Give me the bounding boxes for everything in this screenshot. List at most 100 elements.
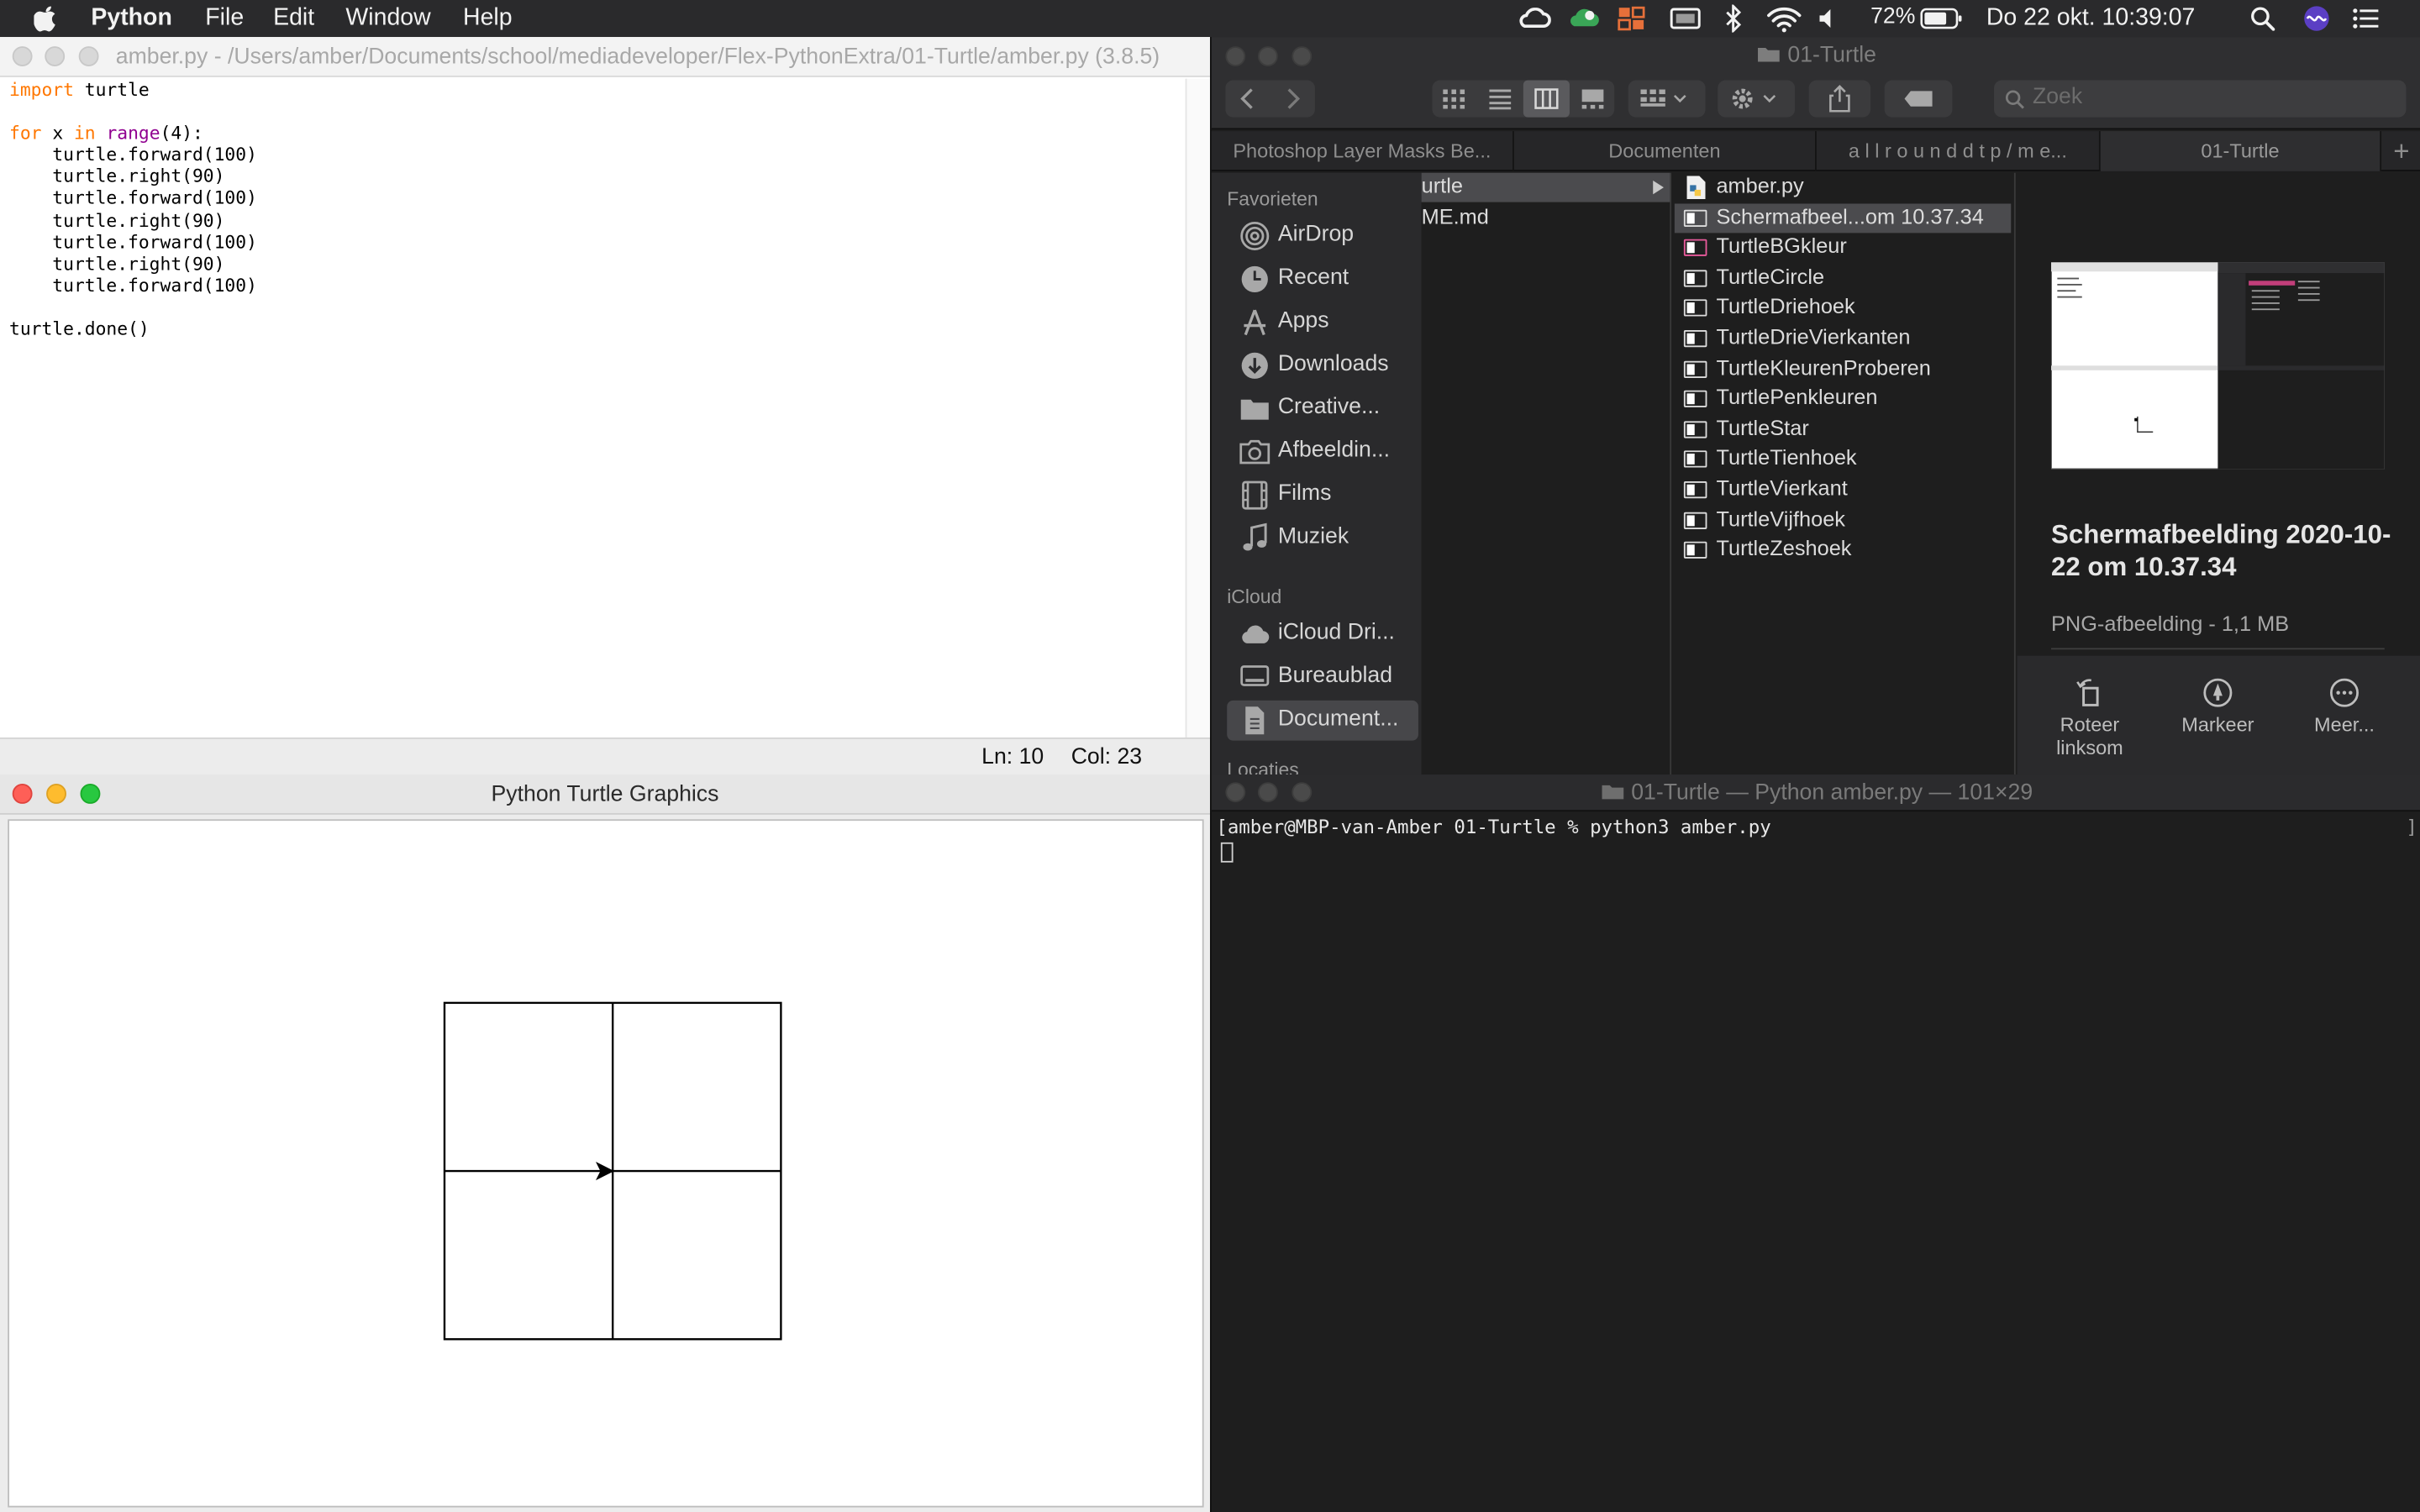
new-tab-button[interactable]: + xyxy=(2381,131,2420,171)
terminal-prompt-line[interactable]: [amber@MBP-van-Amber 01-Turtle % python3… xyxy=(1216,816,1770,838)
notification-center-icon[interactable] xyxy=(2352,8,2380,29)
editor-window: amber.py - /Users/amber/Documents/school… xyxy=(0,37,1210,775)
share-button[interactable] xyxy=(1808,80,1871,118)
forward-icon[interactable] xyxy=(1286,88,1301,110)
minimize-button[interactable] xyxy=(45,46,66,66)
icon-view-icon[interactable] xyxy=(1442,88,1466,110)
preview-file-kind: PNG-afbeelding - 1,1 MB xyxy=(2051,612,2290,636)
finder-tab-bar: Photoshop Layer Masks Be... Documenten a… xyxy=(1211,131,2420,171)
finder-title: 01-Turtle xyxy=(1212,43,2420,68)
more-label: Meer... xyxy=(2314,712,2375,737)
list-item[interactable]: ME.md xyxy=(1422,203,1670,233)
tab-documenten[interactable]: Documenten xyxy=(1514,131,1817,171)
spotlight-search-icon[interactable] xyxy=(2250,6,2275,31)
sidebar-item-label: Apps xyxy=(1277,308,1329,333)
finder-window: 01-Turtle Zoek Photoshop Layer Masks Be.… xyxy=(1209,37,2420,775)
sync-status-icon[interactable] xyxy=(1566,8,1600,29)
list-item[interactable]: TurtleZeshoek xyxy=(1675,536,2011,565)
list-item[interactable]: TurtleBGkleur xyxy=(1675,234,2011,263)
apps-icon xyxy=(1244,309,1266,336)
list-item-label: TurtleCircle xyxy=(1716,265,1825,289)
list-item[interactable]: TurtleVijfhoek xyxy=(1675,506,2011,535)
list-item[interactable]: urtle xyxy=(1421,172,1670,202)
gallery-view-icon[interactable] xyxy=(1581,88,1605,110)
list-item[interactable]: TurtleKleurenProberen xyxy=(1675,354,2011,384)
sidebar-item-documenten[interactable]: Document... xyxy=(1227,700,1418,741)
rotate-left-button[interactable]: Roteer linksom xyxy=(2028,677,2151,759)
tab-allround-dtp[interactable]: a l l r o u n d d t p / m e... xyxy=(1817,131,2101,171)
column-view-icon[interactable] xyxy=(1534,88,1559,110)
sidebar-item-label: iCloud Dri... xyxy=(1277,620,1395,645)
menu-help[interactable]: Help xyxy=(463,5,513,33)
list-item[interactable]: TurtleVierkant xyxy=(1675,475,2011,505)
sidebar-item-downloads[interactable]: Downloads xyxy=(1227,345,1418,386)
tab-01-turtle[interactable]: 01-Turtle xyxy=(2100,131,2382,171)
more-icon xyxy=(2330,678,2359,707)
group-button[interactable] xyxy=(1628,80,1706,118)
list-item[interactable]: amber.py xyxy=(1675,173,2011,202)
list-item[interactable]: TurtleStar xyxy=(1675,415,2011,444)
menu-bar: Python File Edit Window Help 72% Do 22 o… xyxy=(0,0,2420,38)
search-field[interactable]: Zoek xyxy=(1994,80,2407,118)
locations-heading: Locaties xyxy=(1227,759,1299,775)
apple-icon[interactable] xyxy=(34,5,58,33)
finder-column-files: amber.py Schermafbeel...om 10.37.34 Turt… xyxy=(1671,172,2016,775)
creative-cloud-icon[interactable] xyxy=(1518,8,1551,29)
sidebar-item-films[interactable]: Films xyxy=(1227,475,1418,516)
list-item[interactable]: TurtlePenkleuren xyxy=(1675,385,2011,414)
sidebar-item-creative[interactable]: Creative... xyxy=(1227,389,1418,429)
sidebar-item-muziek[interactable]: Muziek xyxy=(1227,518,1418,559)
finder-column-parent: urtle ME.md xyxy=(1421,172,1672,775)
siri-icon[interactable] xyxy=(2302,5,2330,33)
sidebar-item-apps[interactable]: Apps xyxy=(1227,302,1418,343)
sidebar-item-icloud-drive[interactable]: iCloud Dri... xyxy=(1227,614,1418,654)
sidebar-item-bureaublad[interactable]: Bureaublad xyxy=(1227,657,1418,697)
image-file-icon xyxy=(1683,360,1707,378)
action-button[interactable] xyxy=(1718,80,1796,118)
terminal-titlebar[interactable]: 01-Turtle — Python amber.py — 101×29 xyxy=(1211,774,2420,812)
editor-titlebar[interactable]: amber.py - /Users/amber/Documents/school… xyxy=(0,37,1210,77)
menu-edit[interactable]: Edit xyxy=(273,5,314,33)
editor-scrollbar[interactable] xyxy=(1185,78,1210,738)
list-item-label: TurtleStar xyxy=(1716,416,1809,440)
list-item[interactable]: TurtleDrieVierkanten xyxy=(1675,324,2011,354)
sidebar-item-recent[interactable]: Recent xyxy=(1227,260,1418,300)
rotate-left-icon xyxy=(2076,679,2099,706)
list-item[interactable]: TurtleDriehoek xyxy=(1675,294,2011,323)
sidebar-item-label: Recent xyxy=(1277,265,1349,291)
list-view-icon[interactable] xyxy=(1488,88,1512,110)
menu-window[interactable]: Window xyxy=(345,5,430,33)
volume-icon[interactable] xyxy=(1818,8,1840,29)
list-item[interactable]: TurtleTienhoek xyxy=(1675,445,2011,475)
sidebar-item-airdrop[interactable]: AirDrop xyxy=(1227,216,1418,256)
back-icon[interactable] xyxy=(1239,88,1255,110)
menu-file[interactable]: File xyxy=(205,5,244,33)
close-button[interactable] xyxy=(12,46,33,66)
markup-icon xyxy=(2203,678,2233,707)
tag-button[interactable] xyxy=(1884,80,1953,118)
preview-file-name: Schermafbeelding 2020-10-22 om 10.37.34 xyxy=(2051,519,2391,582)
more-button[interactable]: Meer... xyxy=(2283,677,2407,736)
code-keyword: in xyxy=(73,122,96,144)
tab-photoshop-layer-masks[interactable]: Photoshop Layer Masks Be... xyxy=(1212,131,1514,171)
gear-icon xyxy=(1732,88,1776,109)
list-item-label: TurtleKleurenProberen xyxy=(1716,355,1931,380)
list-item[interactable]: TurtleCircle xyxy=(1675,264,2011,293)
bluetooth-icon[interactable] xyxy=(1724,4,1743,33)
zoom-button[interactable] xyxy=(78,46,99,66)
code-editor[interactable]: import turtle for x in range(4): turtle.… xyxy=(9,79,1197,735)
menu-app-python[interactable]: Python xyxy=(91,5,171,33)
wifi-icon[interactable] xyxy=(1765,6,1802,33)
turtle-titlebar[interactable]: Python Turtle Graphics xyxy=(0,774,1210,815)
screenshot-thumbnail[interactable] xyxy=(2051,262,2385,470)
sidebar-item-label: Muziek xyxy=(1277,524,1349,549)
image-file-icon xyxy=(1683,330,1707,348)
list-item[interactable]: Schermafbeel...om 10.37.34 xyxy=(1674,202,2012,233)
menubar-clock[interactable]: Do 22 okt. 10:39:07 xyxy=(1986,5,2196,33)
sidebar-item-afbeeldingen[interactable]: Afbeeldin... xyxy=(1227,432,1418,472)
battery-icon[interactable] xyxy=(1920,8,1963,29)
turtle-canvas[interactable] xyxy=(8,819,1204,1508)
app-grid-icon[interactable] xyxy=(1618,6,1645,31)
markup-button[interactable]: Markeer xyxy=(2156,677,2280,736)
display-icon[interactable] xyxy=(1670,8,1701,29)
